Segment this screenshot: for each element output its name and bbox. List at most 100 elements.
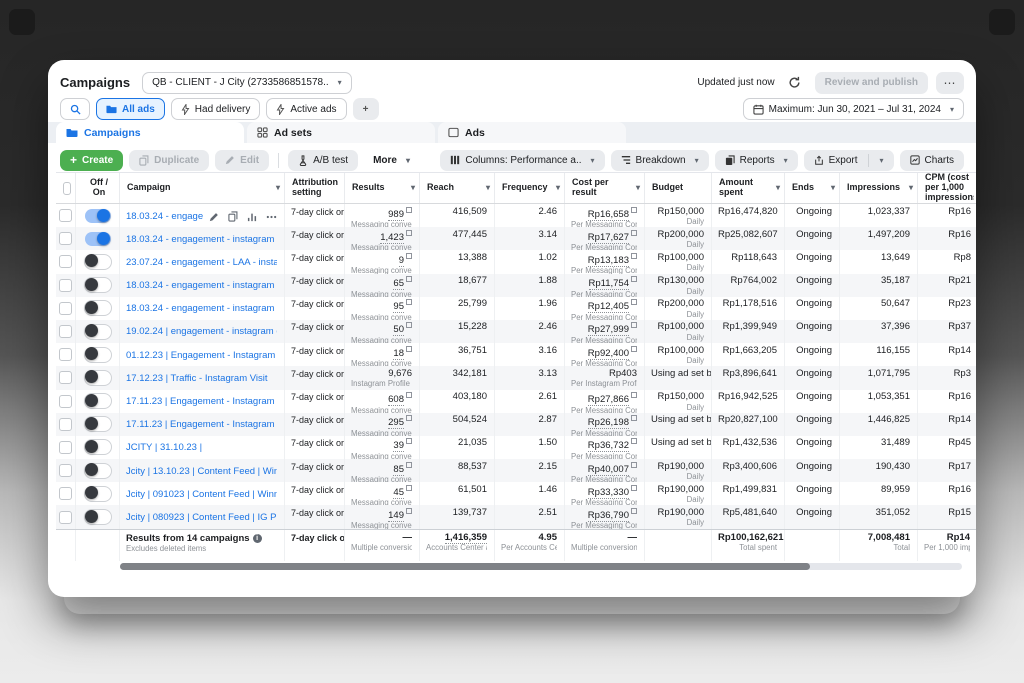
select-all-checkbox[interactable] (63, 182, 71, 195)
row-checkbox[interactable] (59, 279, 72, 292)
linked-value[interactable]: 95 (393, 301, 404, 313)
campaign-toggle[interactable] (84, 347, 112, 363)
campaign-name-link[interactable]: 18.03.24 - engagement - instagram chat -… (126, 230, 277, 250)
row-checkbox[interactable] (59, 464, 72, 477)
add-filter-button[interactable]: + (353, 98, 379, 120)
campaign-toggle[interactable] (84, 463, 112, 479)
row-checkbox[interactable] (59, 232, 72, 245)
campaign-toggle[interactable] (84, 324, 112, 340)
review-publish-button[interactable]: Review and publish (815, 72, 928, 94)
row-checkbox[interactable] (59, 302, 72, 315)
reports-button[interactable]: Reports (715, 150, 798, 171)
sort-caret-icon[interactable] (632, 183, 640, 193)
sort-caret-icon[interactable] (407, 183, 415, 193)
export-button[interactable]: Export (804, 150, 894, 171)
campaign-name-link[interactable]: Jcity | 13.10.23 | Content Feed | Winnin… (126, 462, 277, 482)
columns-button[interactable]: Columns: Performance a.. (440, 150, 604, 171)
row-more-icon[interactable] (266, 215, 277, 219)
campaign-name-link[interactable]: 19.02.24 | engagement - instagram chat (126, 322, 277, 342)
filter-all-ads[interactable]: All ads (96, 98, 165, 120)
linked-value[interactable]: Rp27,999 (588, 324, 629, 336)
campaign-toggle[interactable] (84, 486, 112, 502)
campaign-name-link[interactable]: 18.03.24 - engagem.. (126, 207, 203, 227)
campaign-toggle[interactable] (85, 232, 111, 246)
column-header-impressions[interactable]: Impressions (840, 173, 918, 203)
campaign-toggle[interactable] (84, 300, 112, 316)
campaign-name-link[interactable]: Jcity | 091023 | Content Feed | Winning … (126, 485, 277, 505)
linked-value[interactable]: Rp13,183 (588, 255, 629, 267)
column-header-results[interactable]: Results (345, 173, 420, 203)
tab-ad-sets[interactable]: Ad sets (247, 122, 435, 143)
linked-value[interactable]: Rp33,330 (588, 487, 629, 499)
sort-caret-icon[interactable] (552, 183, 560, 193)
filter-had-delivery[interactable]: Had delivery (171, 98, 261, 120)
campaign-name-link[interactable]: 18.03.24 - engagement - instagram chat -… (126, 299, 277, 319)
edit-icon[interactable] (209, 212, 219, 222)
column-header-cost[interactable]: Cost per result (565, 173, 645, 203)
linked-value[interactable]: Rp40,007 (588, 464, 629, 476)
linked-value[interactable]: 65 (393, 278, 404, 290)
sort-caret-icon[interactable] (827, 183, 835, 193)
linked-value[interactable]: 149 (388, 510, 404, 522)
linked-value[interactable]: Rp36,732 (588, 440, 629, 452)
chart-icon[interactable] (247, 212, 257, 222)
more-options-button[interactable]: ⋯ (936, 72, 964, 94)
sort-caret-icon[interactable] (772, 183, 780, 193)
campaign-name-link[interactable]: 17.11.23 | Engagement - Instagram Chat |… (126, 415, 277, 435)
linked-value[interactable]: Rp36,790 (588, 510, 629, 522)
row-checkbox[interactable] (59, 395, 72, 408)
linked-value[interactable]: Rp27,866 (588, 394, 629, 406)
edit-button[interactable]: Edit (215, 150, 269, 171)
duplicate-button[interactable]: Duplicate (129, 150, 209, 171)
campaign-name-link[interactable]: 17.12.23 | Traffic - Instagram Visit (126, 369, 268, 389)
scrollbar-thumb[interactable] (120, 563, 810, 570)
row-checkbox[interactable] (59, 487, 72, 500)
linked-value[interactable]: 45 (393, 487, 404, 499)
campaign-toggle[interactable] (84, 439, 112, 455)
search-button[interactable] (60, 98, 90, 120)
campaign-name-link[interactable]: JCITY | 31.10.23 | (126, 438, 202, 458)
campaign-name-link[interactable]: 01.12.23 | Engagement - Instagram chat |… (126, 346, 277, 366)
sort-caret-icon[interactable] (482, 183, 490, 193)
date-range-selector[interactable]: Maximum: Jun 30, 2021 – Jul 31, 2024 (743, 98, 964, 120)
column-header-name[interactable]: Campaign (120, 173, 285, 203)
linked-value[interactable]: 608 (388, 394, 404, 406)
row-checkbox[interactable] (59, 511, 72, 524)
sort-caret-icon[interactable] (905, 183, 913, 193)
linked-value[interactable]: 295 (388, 417, 404, 429)
campaign-name-link[interactable]: 17.11.23 | Engagement - Instagram Chat |… (126, 392, 277, 412)
breakdown-button[interactable]: Breakdown (611, 150, 709, 171)
row-checkbox[interactable] (59, 325, 72, 338)
row-checkbox[interactable] (59, 348, 72, 361)
campaign-toggle[interactable] (85, 209, 111, 223)
campaign-toggle[interactable] (84, 370, 112, 386)
linked-value[interactable]: 989 (388, 209, 404, 221)
sort-caret-icon[interactable] (272, 183, 280, 193)
row-checkbox[interactable] (59, 371, 72, 384)
campaign-toggle[interactable] (84, 254, 112, 270)
linked-value[interactable]: Rp26,198 (588, 417, 629, 429)
more-button[interactable]: More (364, 150, 419, 171)
column-header-ends[interactable]: Ends (785, 173, 840, 203)
linked-value[interactable]: 9 (399, 255, 404, 267)
campaign-toggle[interactable] (84, 277, 112, 293)
tab-ads[interactable]: Ads (438, 122, 626, 143)
campaign-toggle[interactable] (84, 393, 112, 409)
column-header-reach[interactable]: Reach (420, 173, 495, 203)
row-checkbox[interactable] (59, 255, 72, 268)
horizontal-scrollbar[interactable] (120, 563, 962, 570)
row-checkbox[interactable] (59, 441, 72, 454)
duplicate-icon[interactable] (228, 211, 238, 222)
refresh-button[interactable] (783, 72, 807, 94)
linked-value[interactable]: Rp17,627 (588, 232, 629, 244)
campaign-toggle[interactable] (84, 509, 112, 525)
filter-active-ads[interactable]: Active ads (266, 98, 346, 120)
tab-campaigns[interactable]: Campaigns (56, 122, 244, 143)
charts-button[interactable]: Charts (900, 150, 964, 171)
linked-value[interactable]: Rp12,405 (588, 301, 629, 313)
linked-value[interactable]: 39 (393, 440, 404, 452)
create-button[interactable]: + Create (60, 150, 123, 171)
linked-value[interactable]: 18 (393, 348, 404, 360)
campaign-toggle[interactable] (84, 416, 112, 432)
ab-test-button[interactable]: A/B test (288, 150, 358, 171)
